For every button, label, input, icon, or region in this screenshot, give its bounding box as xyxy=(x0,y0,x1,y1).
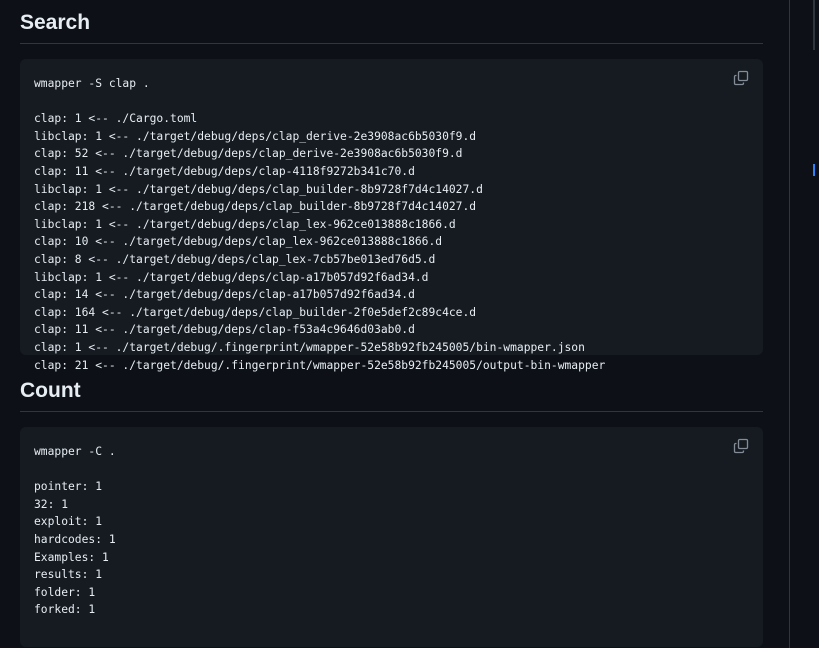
scroll-position-marker xyxy=(813,164,815,176)
search-output-line: clap: 52 <-- ./target/debug/deps/clap_de… xyxy=(34,147,463,161)
count-code: wmapper -C . pointer: 1 32: 1 exploit: 1 ha… xyxy=(34,443,749,619)
count-output-line: folder: 1 xyxy=(34,585,96,599)
search-output-line: clap: 11 <-- ./target/debug/deps/clap-f5… xyxy=(34,323,415,337)
count-output-line: hardcodes: 1 xyxy=(34,532,116,546)
search-command: wmapper -S clap . xyxy=(34,77,150,90)
search-output-line: libclap: 1 <-- ./target/debug/deps/clap_… xyxy=(34,217,456,231)
scrollbar[interactable] xyxy=(811,0,815,648)
search-output-line: clap: 21 <-- ./target/debug/.fingerprint… xyxy=(34,358,606,372)
count-output-line: Examples: 1 xyxy=(34,550,109,564)
sidebar-divider xyxy=(789,0,790,648)
count-output-line: 32: 1 xyxy=(34,497,69,511)
search-output-line: clap: 8 <-- ./target/debug/deps/clap_lex… xyxy=(34,252,436,266)
scrollbar-thumb[interactable] xyxy=(813,0,815,50)
count-code-block: wmapper -C . pointer: 1 32: 1 exploit: 1 ha… xyxy=(20,427,763,647)
search-output-line: clap: 14 <-- ./target/debug/deps/clap-a1… xyxy=(34,288,415,302)
count-output-line: forked: 1 xyxy=(34,603,96,617)
search-output-line: libclap: 1 <-- ./target/debug/deps/clap_… xyxy=(34,129,477,143)
count-output-line: results: 1 xyxy=(34,568,103,582)
search-output-line: libclap: 1 <-- ./target/debug/deps/clap_… xyxy=(34,182,483,196)
copy-search-button[interactable] xyxy=(733,70,749,86)
readme-page: Search wmapper -S clap . clap: 1 <-- ./C… xyxy=(0,0,819,648)
search-output-line: clap: 10 <-- ./target/debug/deps/clap_le… xyxy=(34,235,443,249)
search-code: wmapper -S clap . clap: 1 <-- ./Cargo.to… xyxy=(34,75,749,374)
search-output-line: libclap: 1 <-- ./target/debug/deps/clap-… xyxy=(34,270,429,284)
search-output-line: clap: 11 <-- ./target/debug/deps/clap-41… xyxy=(34,164,415,178)
copy-icon xyxy=(733,438,749,454)
copy-count-button[interactable] xyxy=(733,438,749,454)
count-output-line: pointer: 1 xyxy=(34,480,103,494)
search-code-block: wmapper -S clap . clap: 1 <-- ./Cargo.to… xyxy=(20,59,763,372)
search-output-line: clap: 1 <-- ./Cargo.toml xyxy=(34,112,198,126)
count-heading: Count xyxy=(20,379,763,412)
count-command: wmapper -C . xyxy=(34,445,116,458)
markdown-body: Search wmapper -S clap . clap: 1 <-- ./C… xyxy=(20,0,763,647)
search-heading: Search xyxy=(20,0,763,44)
search-output-line: clap: 218 <-- ./target/debug/deps/clap_b… xyxy=(34,200,477,214)
copy-icon xyxy=(733,70,749,86)
count-output-line: exploit: 1 xyxy=(34,515,103,529)
search-output-line: clap: 1 <-- ./target/debug/.fingerprint/… xyxy=(34,340,585,354)
search-output-line: clap: 164 <-- ./target/debug/deps/clap_b… xyxy=(34,305,477,319)
